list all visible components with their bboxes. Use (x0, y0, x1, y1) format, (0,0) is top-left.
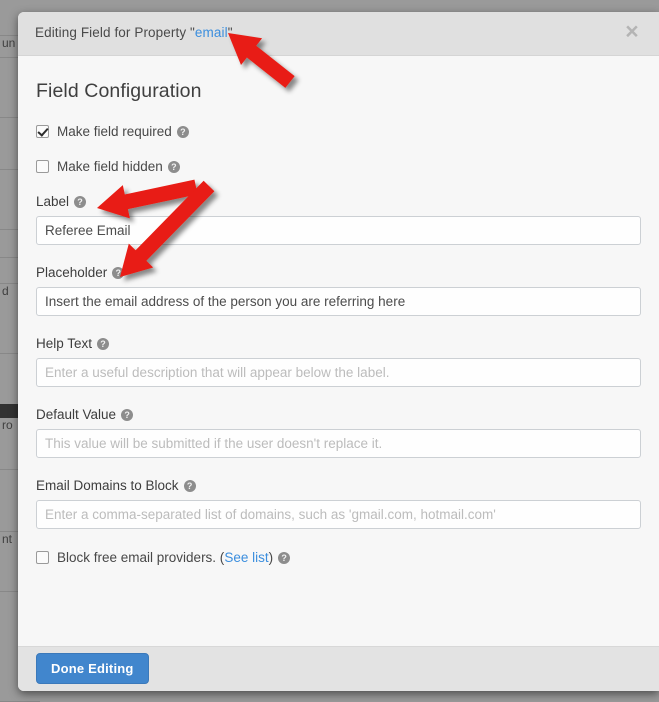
block-providers-text-before: Block free email providers. ( (57, 550, 225, 565)
field-label-placeholder: Placeholder? (36, 265, 641, 280)
field-group-help-text: Help Text? (36, 336, 641, 387)
close-icon[interactable]: × (619, 18, 645, 44)
help-icon[interactable]: ? (97, 338, 110, 350)
help-icon[interactable]: ? (167, 160, 180, 173)
checkbox-make-field-required[interactable] (36, 125, 49, 138)
block-providers-text-after: ) (268, 550, 274, 565)
checkbox-row-block-free-email-providers[interactable]: Block free email providers. (See list) ? (36, 550, 641, 565)
modal-title: Editing Field for Property "email" (35, 25, 233, 40)
field-group-label: Label? (36, 194, 641, 245)
modal-header: Editing Field for Property "email" × (18, 12, 659, 56)
field-label-email-domains-to-block: Email Domains to Block? (36, 478, 641, 493)
label-input[interactable] (36, 216, 641, 245)
field-label-text: Email Domains to Block (36, 478, 179, 493)
help-icon[interactable]: ? (176, 125, 189, 138)
checkbox-row-make-field-hidden[interactable]: Make field hidden ? (36, 159, 641, 174)
help-icon[interactable]: ? (112, 267, 125, 279)
property-name-link[interactable]: email (195, 25, 228, 40)
default-value-input[interactable] (36, 429, 641, 458)
modal-title-suffix: " (227, 25, 233, 40)
field-label-help-text: Help Text? (36, 336, 641, 351)
field-label-text: Placeholder (36, 265, 108, 280)
modal-title-prefix: Editing Field for Property " (35, 25, 195, 40)
checkbox-block-free-email-providers[interactable] (36, 551, 49, 564)
checkbox-row-make-field-required[interactable]: Make field required ? (36, 124, 641, 139)
help-icon[interactable]: ? (74, 196, 87, 208)
field-label-text: Label (36, 194, 70, 209)
modal-body: Field Configuration Make field required … (18, 56, 659, 646)
help-icon[interactable]: ? (121, 409, 134, 421)
checkbox-make-field-hidden[interactable] (36, 160, 49, 173)
help-icon[interactable]: ? (278, 551, 291, 564)
field-label-default-value: Default Value? (36, 407, 641, 422)
field-label-label: Label? (36, 194, 641, 209)
modal-footer: Done Editing (18, 646, 659, 691)
email-domains-to-block-input[interactable] (36, 500, 641, 529)
field-group-default-value: Default Value? (36, 407, 641, 458)
done-editing-button[interactable]: Done Editing (36, 653, 149, 684)
field-group-email-domains-to-block: Email Domains to Block? (36, 478, 641, 529)
field-label-text: Default Value (36, 407, 117, 422)
section-heading: Field Configuration (36, 80, 202, 102)
field-configuration-modal: Editing Field for Property "email" × Fie… (18, 12, 659, 691)
placeholder-input[interactable] (36, 287, 641, 316)
help-text-input[interactable] (36, 358, 641, 387)
checkbox-label-block-free-email-providers: Block free email providers. (See list) (57, 550, 273, 565)
field-group-placeholder: Placeholder? (36, 265, 641, 316)
checkbox-label-make-field-hidden: Make field hidden (57, 159, 163, 174)
field-label-text: Help Text (36, 336, 93, 351)
help-icon[interactable]: ? (183, 480, 196, 492)
checkbox-label-make-field-required: Make field required (57, 124, 172, 139)
see-list-link[interactable]: See list (224, 550, 268, 565)
